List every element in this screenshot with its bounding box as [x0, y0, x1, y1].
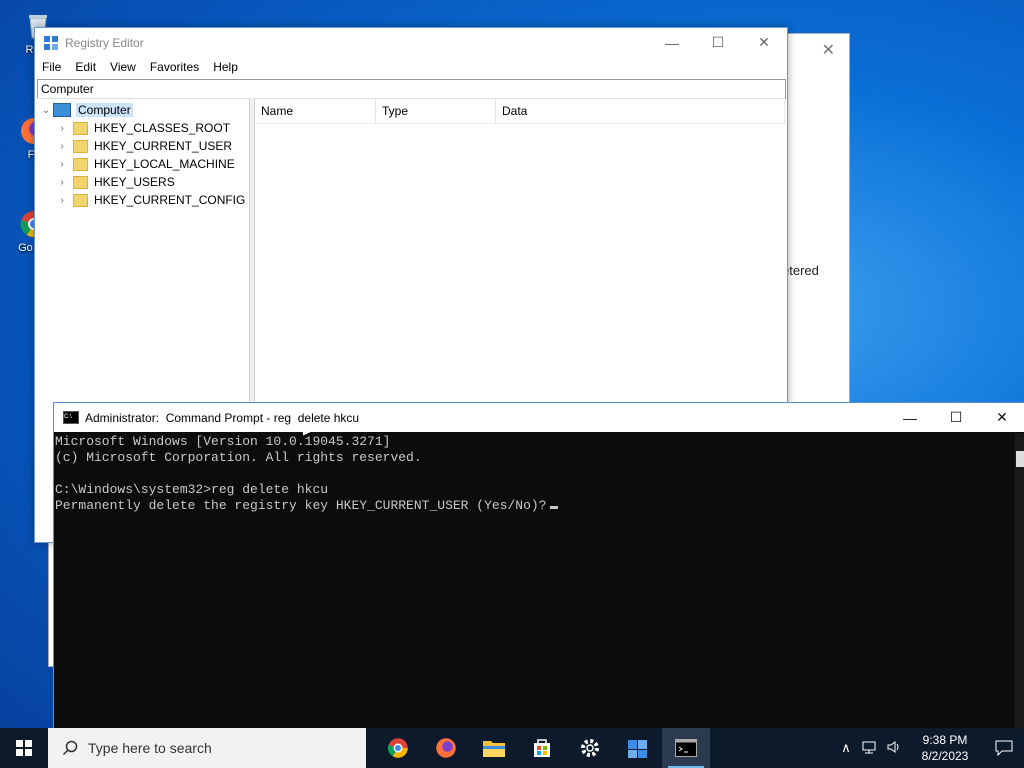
- maximize-button[interactable]: ☐: [695, 28, 741, 57]
- folder-icon: [73, 193, 88, 207]
- taskbar-regedit[interactable]: [614, 728, 662, 768]
- taskbar-settings[interactable]: [566, 728, 614, 768]
- maximize-button[interactable]: ☐: [933, 403, 979, 432]
- scrollbar-thumb[interactable]: [1016, 451, 1024, 467]
- folder-icon: [73, 139, 88, 153]
- tree-node-label: HKEY_LOCAL_MACHINE: [94, 157, 235, 171]
- maximize-icon: ☐: [949, 409, 963, 425]
- computer-icon: [53, 103, 71, 117]
- regedit-titlebar[interactable]: Registry Editor — ☐ ✕: [35, 28, 787, 57]
- chevron-right-icon[interactable]: ›: [55, 141, 69, 152]
- minimize-button[interactable]: —: [649, 28, 695, 57]
- taskbar-file-explorer[interactable]: [470, 728, 518, 768]
- close-button[interactable]: ✕: [741, 28, 787, 57]
- network-icon[interactable]: [858, 740, 882, 757]
- console-line: Microsoft Windows [Version 10.0.19045.32…: [55, 434, 391, 449]
- chevron-right-icon[interactable]: ›: [55, 159, 69, 170]
- chevron-right-icon[interactable]: ›: [55, 195, 69, 206]
- menu-help[interactable]: Help: [206, 60, 245, 74]
- tree-node-label: HKEY_CLASSES_ROOT: [94, 121, 231, 135]
- regedit-title: Registry Editor: [65, 35, 144, 50]
- column-name[interactable]: Name: [255, 99, 376, 123]
- chevron-down-icon[interactable]: ⌄: [39, 105, 53, 116]
- menu-file[interactable]: File: [35, 60, 68, 74]
- cmd-app-icon: C:\: [63, 411, 79, 424]
- tree-node-label: HKEY_USERS: [94, 175, 175, 189]
- firefox-icon: [436, 738, 456, 758]
- column-type[interactable]: Type: [376, 99, 496, 123]
- list-header: Name Type Data: [255, 99, 785, 124]
- cmd-icon: [675, 739, 697, 757]
- tree-node-hklm[interactable]: › HKEY_LOCAL_MACHINE: [37, 155, 249, 173]
- regedit-menubar: File Edit View Favorites Help: [35, 57, 787, 77]
- menu-view[interactable]: View: [103, 60, 143, 74]
- windows-logo-icon: [16, 740, 32, 756]
- tree-node-label: Computer: [76, 103, 133, 117]
- taskbar-firefox[interactable]: [422, 728, 470, 768]
- console-prompt-line: Permanently delete the registry key HKEY…: [55, 498, 1024, 514]
- action-center-button[interactable]: [984, 740, 1024, 756]
- taskbar-command-prompt[interactable]: [662, 728, 710, 768]
- background-window-close-icon[interactable]: ✕: [822, 40, 835, 60]
- tree-node-computer[interactable]: ⌄ Computer: [37, 101, 249, 119]
- tree-node-hkcu[interactable]: › HKEY_CURRENT_USER: [37, 137, 249, 155]
- column-data[interactable]: Data: [496, 99, 785, 123]
- address-bar[interactable]: Computer: [37, 79, 786, 99]
- tree-node-hkcr[interactable]: › HKEY_CLASSES_ROOT: [37, 119, 249, 137]
- command-prompt-window[interactable]: C:\ Administrator: Command Prompt - reg …: [53, 402, 1024, 730]
- clock-time: 9:38 PM: [922, 733, 968, 747]
- close-icon: ✕: [758, 34, 770, 50]
- chevron-right-icon[interactable]: ›: [55, 177, 69, 188]
- notification-icon: [995, 740, 1013, 756]
- cmd-title: Administrator: Command Prompt - reg dele…: [85, 410, 360, 425]
- taskbar-store[interactable]: [518, 728, 566, 768]
- store-icon: [534, 739, 550, 757]
- regedit-icon: [628, 740, 647, 758]
- taskbar-search-box[interactable]: Type here to search: [48, 728, 366, 768]
- start-button[interactable]: [0, 728, 48, 768]
- file-explorer-icon: [483, 741, 505, 757]
- system-tray: ∧ 9:38 PM 8/2/2023: [834, 728, 1024, 768]
- chrome-icon: [387, 738, 408, 758]
- folder-icon: [73, 175, 88, 189]
- minimize-button[interactable]: —: [887, 403, 933, 432]
- console-line: Permanently delete the registry key HKEY…: [55, 498, 547, 513]
- menu-favorites[interactable]: Favorites: [143, 60, 206, 74]
- close-button[interactable]: ✕: [979, 403, 1024, 432]
- tree-node-hku[interactable]: › HKEY_USERS: [37, 173, 249, 191]
- chevron-right-icon[interactable]: ›: [55, 123, 69, 134]
- text-cursor: [550, 506, 559, 509]
- taskbar: Type here to search ∧ 9:38 PM 8/2/2023: [0, 728, 1024, 768]
- search-placeholder: Type here to search: [88, 740, 212, 756]
- volume-icon[interactable]: [882, 740, 906, 757]
- tree-node-label: HKEY_CURRENT_CONFIG: [94, 193, 246, 207]
- close-icon: ✕: [996, 409, 1008, 425]
- cmd-titlebar[interactable]: C:\ Administrator: Command Prompt - reg …: [54, 403, 1024, 432]
- console-line: C:\Windows\system32>reg delete hkcu: [55, 482, 329, 497]
- clock[interactable]: 9:38 PM 8/2/2023: [906, 732, 984, 764]
- menu-edit[interactable]: Edit: [68, 60, 103, 74]
- cmd-scrollbar[interactable]: [1015, 433, 1024, 729]
- console-line: (c) Microsoft Corporation. All rights re…: [55, 450, 422, 465]
- chevron-up-icon[interactable]: ∧: [834, 740, 858, 756]
- maximize-icon: ☐: [711, 34, 725, 50]
- taskbar-chrome[interactable]: [374, 728, 422, 768]
- console-output[interactable]: Microsoft Windows [Version 10.0.19045.32…: [54, 432, 1024, 514]
- settings-icon: [581, 739, 599, 757]
- minimize-icon: —: [903, 409, 917, 426]
- tree-node-hkcc[interactable]: › HKEY_CURRENT_CONFIG: [37, 191, 249, 209]
- tree-node-label: HKEY_CURRENT_USER: [94, 139, 233, 153]
- search-icon: [62, 740, 78, 756]
- folder-icon: [73, 121, 88, 135]
- minimize-icon: —: [665, 34, 679, 51]
- clock-date: 8/2/2023: [921, 749, 969, 763]
- regedit-app-icon: [43, 35, 59, 51]
- folder-icon: [73, 157, 88, 171]
